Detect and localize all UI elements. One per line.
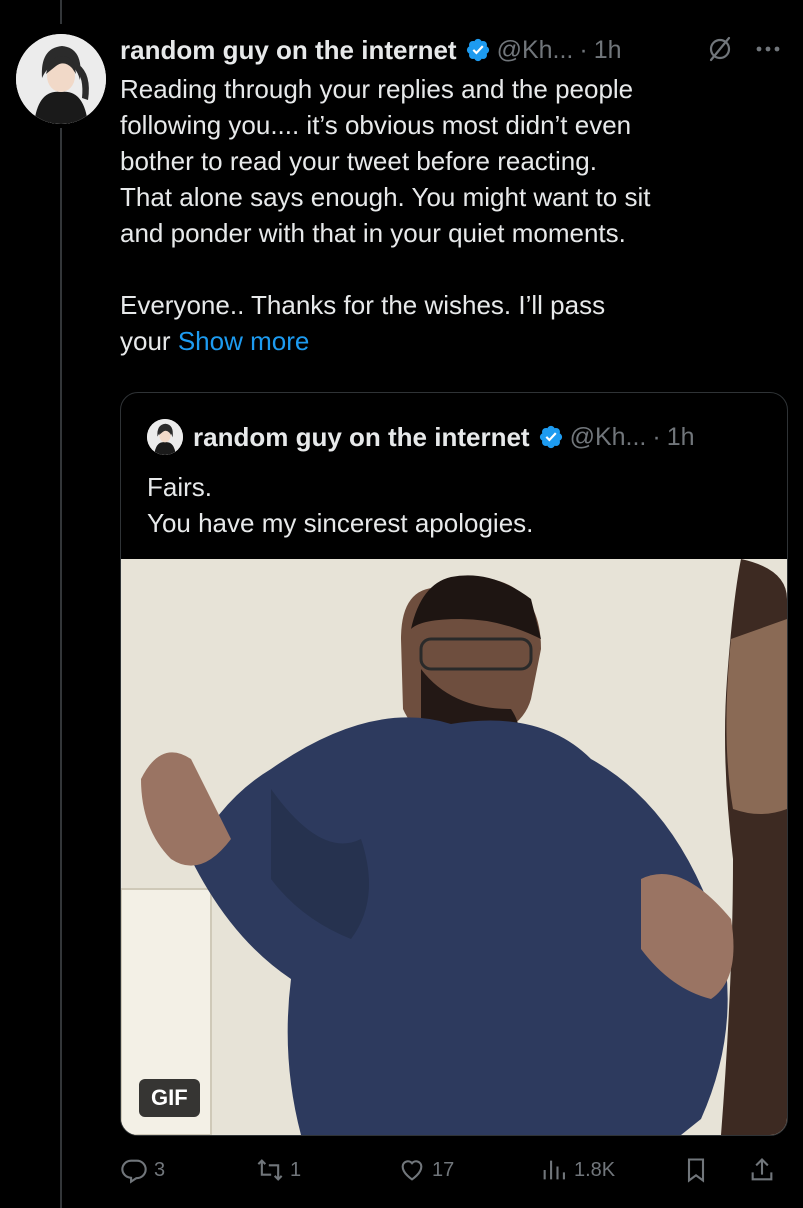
quote-text: Fairs. You have my sincerest apologies. [147, 472, 534, 538]
reply-count: 3 [154, 1158, 166, 1181]
thread-line-bottom [60, 128, 62, 1208]
repost-count: 1 [290, 1158, 302, 1181]
repost-icon [257, 1159, 283, 1181]
share-button[interactable] [748, 1150, 776, 1190]
quote-avatar [147, 419, 183, 455]
tweet-text: Reading through your replies and the peo… [120, 71, 760, 359]
reply-icon [121, 1159, 147, 1184]
share-icon [751, 1158, 773, 1181]
avatar-image [16, 34, 106, 124]
thread-line-top [60, 0, 62, 24]
quote-avatar-image [147, 419, 183, 455]
bookmark-icon [687, 1158, 705, 1183]
quote-author-name: random guy on the internet [193, 421, 530, 452]
gif-badge: GIF [139, 1079, 200, 1117]
views-icon [543, 1160, 565, 1180]
avatar[interactable] [16, 34, 106, 124]
views-button[interactable]: 1.8K [540, 1150, 615, 1190]
quoted-tweet[interactable]: random guy on the internet @Kh... · 1h F… [120, 392, 788, 1136]
reply-button[interactable]: 3 [120, 1150, 165, 1190]
verified-badge-icon [466, 38, 489, 62]
tweet-header: random guy on the internet @Kh... · 1h [120, 30, 783, 70]
views-count: 1.8K [574, 1158, 616, 1181]
repost-button[interactable]: 1 [256, 1150, 301, 1190]
quote-header: random guy on the internet @Kh... · 1h [147, 419, 695, 455]
like-icon [401, 1160, 423, 1181]
like-count: 17 [432, 1158, 455, 1181]
author-handle[interactable]: @Kh... [497, 36, 574, 65]
timestamp[interactable]: 1h [594, 36, 622, 65]
separator: · [579, 35, 588, 64]
quote-timestamp: 1h [666, 422, 695, 451]
tweet-text-content: Reading through your replies and the peo… [120, 74, 651, 356]
like-button[interactable]: 17 [398, 1150, 454, 1190]
action-bar: 3 1 17 1.8K [120, 1150, 790, 1190]
gif-media[interactable]: GIF [121, 559, 787, 1135]
quote-verified-badge-icon [539, 425, 562, 449]
author-name[interactable]: random guy on the internet [120, 35, 457, 66]
gif-image [121, 559, 787, 1135]
bookmark-button[interactable] [682, 1150, 710, 1190]
more-icon[interactable] [753, 34, 783, 64]
show-more-link[interactable]: Show more [178, 326, 310, 356]
quote-separator: · [652, 422, 661, 451]
grok-icon[interactable] [705, 34, 735, 64]
quote-author-handle: @Kh... [569, 422, 647, 451]
